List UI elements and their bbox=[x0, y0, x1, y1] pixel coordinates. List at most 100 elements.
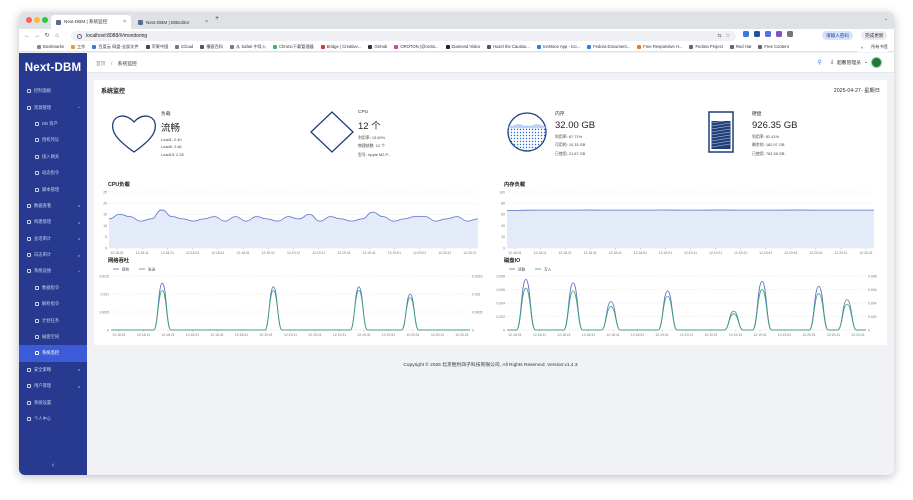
sidebar-item[interactable]: 数据指令 bbox=[19, 280, 87, 296]
disk-io-chart[interactable]: 读取 写入 0.008 0.008 0.006 0.006 0.004 0.004 0.002 0… bbox=[495, 264, 880, 342]
bookmark-item[interactable]: 播客百科 bbox=[200, 44, 223, 50]
sidebar-item[interactable]: 磁盘空间 bbox=[19, 329, 87, 345]
maximize-window-button[interactable] bbox=[42, 17, 48, 23]
bookmark-item[interactable]: 百度云 网盘-全部文件 bbox=[92, 44, 139, 50]
y-tick-label-right: 0 bbox=[868, 328, 870, 332]
translate-icon[interactable]: ⇆ bbox=[717, 33, 721, 39]
collapse-sidebar-icon[interactable]: ‹ bbox=[19, 462, 87, 469]
x-tick-label: 12:18:01 bbox=[112, 333, 125, 337]
extension-icon[interactable] bbox=[754, 31, 760, 37]
tab-close-icon[interactable]: × bbox=[205, 19, 208, 25]
bookmark-item[interactable]: IceMoon App - Ico... bbox=[536, 44, 580, 49]
back-arrow-icon[interactable]: ← bbox=[22, 33, 32, 39]
tab-search-icon[interactable]: ⌄ bbox=[884, 16, 888, 22]
puzzle-icon[interactable] bbox=[787, 31, 793, 37]
y-tick-label: 0.001 bbox=[101, 292, 110, 296]
bookmark-item[interactable]: iCloud bbox=[175, 44, 193, 49]
menu-icon bbox=[35, 335, 39, 340]
app-logo[interactable]: Next-DBM bbox=[19, 53, 87, 83]
tab-title: Next-DBM | DBEditor bbox=[146, 19, 190, 25]
sidebar-item[interactable]: 控制面板 bbox=[19, 83, 87, 99]
tab-close-icon[interactable]: × bbox=[123, 19, 126, 25]
home-icon[interactable]: ⌂ bbox=[52, 33, 62, 39]
sidebar-item[interactable]: 计划任务 bbox=[19, 312, 87, 328]
bookmark-item[interactable]: Red Hat bbox=[729, 44, 751, 49]
download-icon[interactable]: ⤓ bbox=[831, 59, 834, 66]
bookmark-favicon-icon bbox=[587, 44, 592, 49]
bookmark-item[interactable]: Diamond Video bbox=[445, 44, 480, 49]
bookmark-item[interactable]: Fedora Project bbox=[689, 44, 723, 49]
bookmark-item[interactable]: Fedora Document... bbox=[587, 44, 630, 49]
url-text: localhost:8088/#/monitoring bbox=[86, 33, 148, 39]
bookmark-favicon-icon bbox=[230, 44, 234, 49]
new-tab-button[interactable]: + bbox=[215, 15, 219, 22]
chart-title-network: 网络吞吐 bbox=[108, 258, 130, 264]
legend-label: 写入 bbox=[544, 267, 552, 272]
bookmark-item[interactable]: Free Responsive H... bbox=[637, 44, 682, 49]
breadcrumb-home[interactable]: 首页 bbox=[96, 62, 106, 67]
sidebar-item[interactable]: 数据查看 v bbox=[19, 198, 87, 214]
x-tick-label: 12:18:21 bbox=[161, 333, 174, 337]
extension-icon[interactable] bbox=[743, 31, 749, 37]
y-tick-label-right: 0.001 bbox=[472, 292, 481, 296]
bookmark-item[interactable]: Chrono下载管理器 bbox=[273, 44, 314, 50]
close-window-button[interactable] bbox=[26, 17, 32, 23]
sidebar-item[interactable]: 系统监控 bbox=[19, 345, 87, 362]
browser-tab-dbeditor[interactable]: Next-DBM | DBEditor × bbox=[133, 15, 213, 29]
address-bar[interactable]: localhost:8088/#/monitoring ⇆ ☆ bbox=[71, 31, 736, 41]
bookmark-item[interactable]: GitHub bbox=[368, 44, 387, 49]
x-tick-label: 12:18:11 bbox=[136, 251, 149, 255]
memory-load-chart[interactable]: 100 80 60 40 20 012:18:01 12:18:11 12:18:21 12:1… bbox=[495, 188, 880, 260]
stat-value: 926.35 GB bbox=[752, 120, 798, 131]
bookmark-item[interactable]: Bookmarks bbox=[37, 44, 64, 49]
sidebar-item[interactable]: 授权凭证 bbox=[19, 132, 87, 148]
x-tick-label: 12:18:41 bbox=[606, 333, 619, 337]
tab-title: Next-DBM | 系统监控 bbox=[64, 19, 108, 24]
profile-pill[interactable]: 请输入密码 bbox=[822, 31, 853, 40]
minimize-window-button[interactable] bbox=[34, 17, 40, 23]
bookmark-item[interactable]: OROTON (@oroto... bbox=[394, 44, 439, 49]
bookmarks-more-button[interactable]: » bbox=[861, 45, 863, 50]
sidebar-item[interactable]: 日志审计 v bbox=[19, 247, 87, 263]
bookmark-item[interactable]: 苹果中国 bbox=[145, 44, 168, 50]
series-area bbox=[507, 210, 874, 248]
all-bookmarks-button[interactable]: 所有书签 bbox=[871, 44, 888, 50]
extension-icon[interactable] bbox=[765, 31, 771, 37]
sidebar-item[interactable]: 个人中心 bbox=[19, 411, 87, 427]
bookmarks-overflow: » 所有书签 bbox=[856, 42, 888, 52]
sidebar-item[interactable]: DB 资产 bbox=[19, 116, 87, 132]
bookmark-item[interactable]: Free Content bbox=[758, 44, 789, 49]
sidebar-item[interactable]: 脚本管理 bbox=[19, 181, 87, 197]
cpu-load-chart[interactable]: 25 20 15 10 5 012:18:01 12:18:11 12:18:21 12:18:… bbox=[99, 188, 484, 260]
stat-name: 负载 bbox=[161, 112, 171, 117]
user-menu[interactable]: 超级管理员 ⌄ bbox=[837, 57, 882, 68]
avatar[interactable] bbox=[871, 57, 882, 68]
bookmark-item[interactable]: 从 Safari 中导入 bbox=[230, 44, 266, 50]
bookmark-item[interactable]: 工作 bbox=[70, 44, 85, 50]
reload-icon[interactable]: ↻ bbox=[42, 32, 52, 39]
menu-icon bbox=[35, 302, 39, 307]
sidebar-item[interactable]: 系统设置 bbox=[19, 394, 87, 410]
bookmark-item[interactable]: Hazel the Cautiou... bbox=[487, 44, 530, 49]
sidebar-item[interactable]: 接入网关 bbox=[19, 149, 87, 165]
sidebar-item[interactable]: 会话审计 v bbox=[19, 231, 87, 247]
site-info-icon[interactable] bbox=[77, 33, 82, 39]
sidebar-item[interactable]: 用户管理 v bbox=[19, 378, 87, 394]
sidebar-item[interactable]: 安全策略 v bbox=[19, 362, 87, 378]
bookmark-star-icon[interactable]: ☆ bbox=[726, 33, 730, 39]
sidebar-item[interactable]: 系统运维 ^ bbox=[19, 263, 87, 279]
extensions-row bbox=[743, 31, 793, 37]
bookmark-item[interactable]: Bridge | Creative... bbox=[320, 44, 361, 49]
forward-arrow-icon[interactable]: → bbox=[32, 33, 42, 39]
sidebar-item-label: 构建管理 bbox=[34, 219, 52, 225]
update-pill[interactable]: 完成更新 bbox=[861, 31, 888, 40]
network-throughput-chart[interactable]: 接收 发送 0.0015 0.0015 0.001 0.001 0.0005 0.0005 0 0… bbox=[99, 264, 484, 342]
sidebar-item[interactable]: 资源管理 ^ bbox=[19, 99, 87, 115]
sidebar-item[interactable]: 构建管理 v bbox=[19, 214, 87, 230]
browser-tab-monitoring[interactable]: Next-DBM | 系统监控 × bbox=[51, 15, 131, 29]
sidebar-item[interactable]: 动态指令 bbox=[19, 165, 87, 181]
bookmark-label: Hazel the Cautiou... bbox=[493, 44, 530, 49]
extension-icon[interactable] bbox=[776, 31, 782, 37]
sidebar-item[interactable]: 解析指令 bbox=[19, 296, 87, 312]
network-icon[interactable]: ⚲ bbox=[817, 59, 821, 66]
